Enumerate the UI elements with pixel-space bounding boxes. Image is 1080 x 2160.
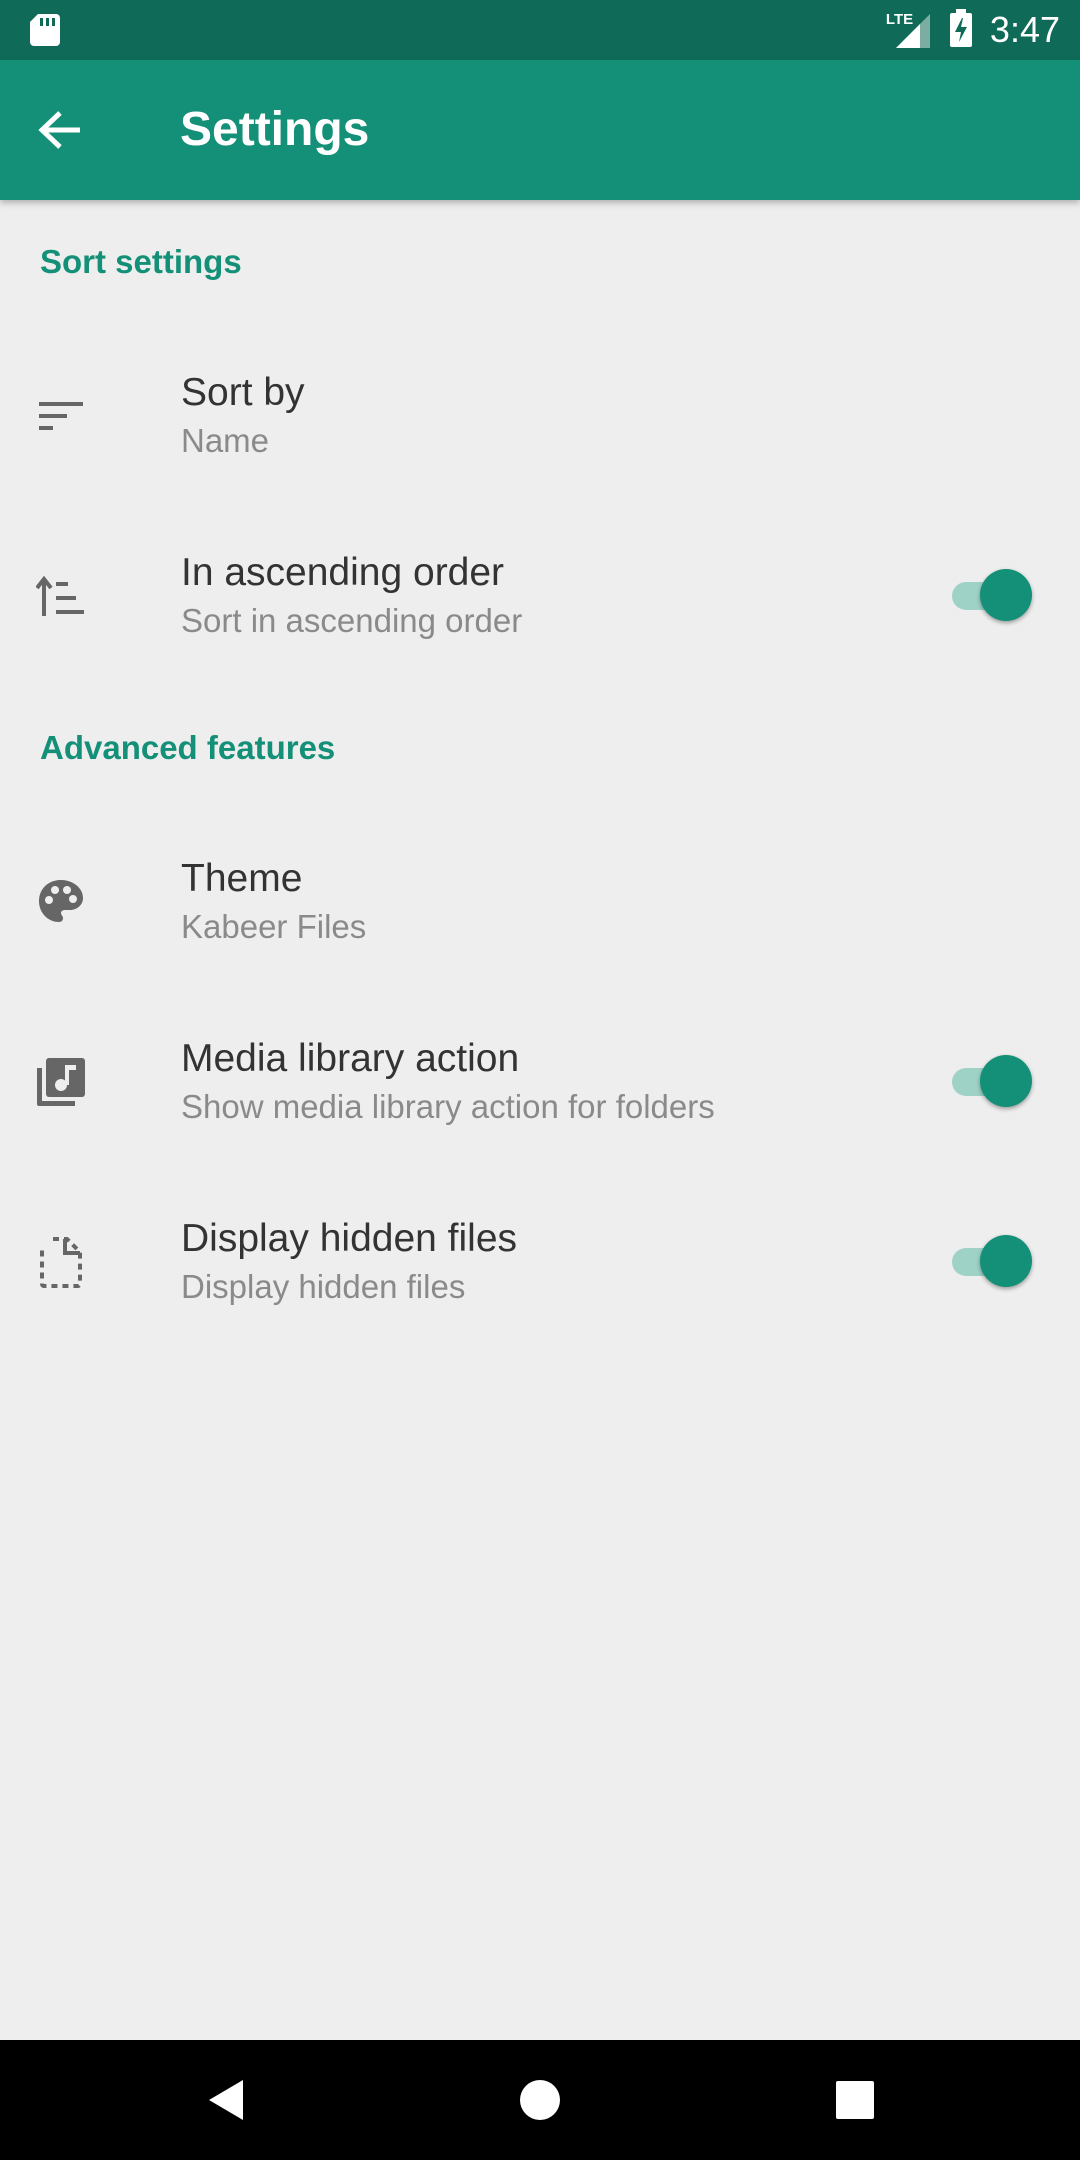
pref-summary: Name <box>181 422 270 459</box>
pref-title: Theme <box>181 857 303 900</box>
status-time: 3:47 <box>989 9 1060 50</box>
sort-icon <box>34 389 88 443</box>
media-library-action-switch[interactable] <box>950 1055 1032 1109</box>
switch-thumb <box>980 1235 1032 1287</box>
pref-theme[interactable]: Theme Kabeer Files <box>0 812 1080 992</box>
pref-title: Display hidden files <box>181 1217 518 1260</box>
pref-title: In ascending order <box>181 551 505 594</box>
switch-thumb <box>980 1055 1032 1107</box>
pref-media-library-action-text: Media library action Show media library … <box>181 1035 715 1129</box>
nav-recents-button[interactable] <box>825 2070 885 2130</box>
pref-sort-by-text: Sort by Name <box>181 369 305 463</box>
pref-summary: Sort in ascending order <box>181 602 523 639</box>
pref-summary: Show media library action for folders <box>181 1088 715 1125</box>
ascending-order-switch[interactable] <box>950 569 1032 623</box>
library-music-icon <box>34 1055 88 1109</box>
back-button[interactable] <box>30 100 90 160</box>
sd-card-icon <box>30 14 60 46</box>
nav-home-button[interactable] <box>510 2070 570 2130</box>
section-header-advanced-features: Advanced features <box>40 729 336 766</box>
palette-icon <box>34 875 88 929</box>
display-hidden-files-switch[interactable] <box>950 1235 1032 1289</box>
app-bar: Settings <box>0 60 1080 200</box>
nav-back-button[interactable] <box>195 2070 255 2130</box>
hidden-file-icon <box>34 1235 88 1289</box>
pref-display-hidden-files[interactable]: Display hidden files Display hidden file… <box>0 1172 1080 1352</box>
pref-sort-by[interactable]: Sort by Name <box>0 326 1080 506</box>
pref-display-hidden-files-text: Display hidden files Display hidden file… <box>181 1215 517 1309</box>
pref-summary: Kabeer Files <box>181 908 367 945</box>
arrow-back-icon <box>38 111 80 149</box>
pref-theme-text: Theme Kabeer Files <box>181 855 366 949</box>
page-title: Settings <box>180 103 370 156</box>
switch-thumb <box>980 569 1032 621</box>
signal-icon: LTE <box>886 10 932 50</box>
sort-ascending-icon <box>34 569 88 623</box>
nav-home-icon <box>520 2080 560 2120</box>
settings-list: Sort settings Sort by Name In ascending … <box>0 200 1080 1352</box>
navigation-bar <box>0 2040 1080 2160</box>
battery-charging-icon <box>949 8 972 52</box>
pref-summary: Display hidden files <box>181 1268 466 1305</box>
pref-title: Sort by <box>181 371 305 414</box>
pref-title: Media library action <box>181 1037 520 1080</box>
pref-ascending-order-text: In ascending order Sort in ascending ord… <box>181 549 522 643</box>
nav-back-icon <box>209 2080 243 2120</box>
status-icons: LTE 3:47 <box>886 8 1060 52</box>
nav-recents-icon <box>836 2081 874 2119</box>
status-bar: LTE 3:47 <box>0 0 1080 60</box>
pref-media-library-action[interactable]: Media library action Show media library … <box>0 992 1080 1172</box>
section-header-sort-settings: Sort settings <box>40 243 242 280</box>
pref-ascending-order[interactable]: In ascending order Sort in ascending ord… <box>0 506 1080 686</box>
